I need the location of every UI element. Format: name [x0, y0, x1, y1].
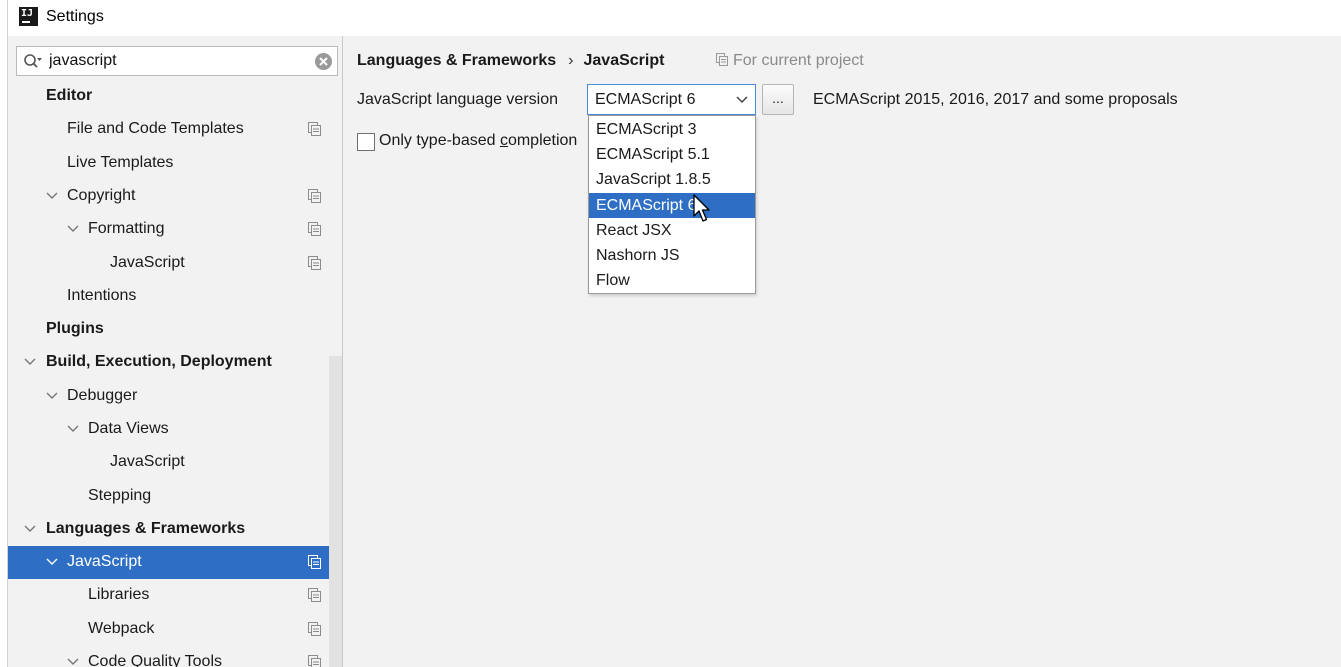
- project-copy-icon: [308, 222, 321, 236]
- sidebar-item-label: Debugger: [67, 387, 138, 404]
- project-copy-icon: [308, 122, 321, 136]
- sidebar-item[interactable]: Languages & Frameworks: [8, 513, 342, 546]
- project-copy-icon: [308, 588, 321, 602]
- sidebar-item-label: Intentions: [67, 287, 137, 304]
- settings-sidebar: Editor File and Code Templates Live Templa…: [8, 36, 343, 667]
- completion-label-mnemonic: c: [499, 132, 508, 149]
- sidebar-item[interactable]: Formatting: [8, 213, 342, 246]
- project-copy-icon: [308, 622, 321, 636]
- chevron-down-icon[interactable]: [46, 391, 58, 401]
- sidebar-item-label: JavaScript: [67, 553, 142, 570]
- sidebar-item-label: Live Templates: [67, 154, 174, 171]
- sidebar-item-label: JavaScript: [110, 254, 185, 271]
- settings-content: Languages & Frameworks › JavaScript For cu…: [344, 36, 1341, 667]
- sidebar-item-label: Formatting: [88, 220, 165, 237]
- chevron-down-icon[interactable]: [46, 191, 58, 201]
- title-bar: Settings: [8, 0, 1341, 36]
- sidebar-item[interactable]: JavaScript: [8, 247, 342, 280]
- chevron-down-icon[interactable]: [24, 524, 36, 534]
- dropdown-option[interactable]: Flow: [589, 268, 755, 293]
- intellij-logo-icon: [19, 7, 38, 26]
- clear-search-icon[interactable]: [314, 52, 333, 71]
- project-copy-icon: [308, 655, 321, 667]
- scope-note: For current project: [716, 52, 864, 70]
- language-version-label: JavaScript language version: [357, 91, 559, 108]
- chevron-down-icon[interactable]: [46, 557, 58, 567]
- dropdown-option[interactable]: ECMAScript 5.1: [589, 142, 755, 167]
- completion-label-before: Only type-based: [379, 132, 500, 149]
- language-version-dropdown[interactable]: ECMAScript 3 ECMAScript 5.1 JavaScript 1.8…: [588, 115, 756, 294]
- sidebar-item-label: JavaScript: [110, 453, 185, 470]
- sidebar-item-label: Build, Execution, Deployment: [46, 353, 272, 370]
- sidebar-item-label: Plugins: [46, 320, 104, 337]
- type-based-completion-label[interactable]: Only type-based completion: [379, 132, 577, 150]
- sidebar-item[interactable]: JavaScript: [8, 446, 342, 479]
- sidebar-item[interactable]: Editor: [8, 80, 342, 113]
- breadcrumb-current: JavaScript: [583, 52, 665, 69]
- sidebar-item-label: Webpack: [88, 620, 155, 637]
- sidebar-item-label: Data Views: [88, 420, 169, 437]
- sidebar-item[interactable]: Libraries: [8, 579, 342, 612]
- project-copy-icon: [716, 53, 728, 66]
- sidebar-item-label: Libraries: [88, 586, 150, 603]
- sidebar-item-label: Copyright: [67, 187, 136, 204]
- dropdown-option[interactable]: ECMAScript 6: [589, 193, 755, 218]
- type-based-completion-checkbox[interactable]: [357, 133, 375, 151]
- sidebar-item-label: Editor: [46, 87, 93, 104]
- scope-note-text: For current project: [733, 52, 864, 69]
- window-edge: [0, 0, 8, 667]
- sidebar-scrollbar[interactable]: [329, 356, 342, 667]
- sidebar-item[interactable]: Live Templates: [8, 147, 342, 180]
- sidebar-item[interactable]: Plugins: [8, 313, 342, 346]
- chevron-down-icon[interactable]: [735, 95, 749, 105]
- chevron-down-icon[interactable]: [67, 657, 79, 667]
- project-copy-icon: [308, 555, 321, 569]
- chevron-down-icon[interactable]: [67, 224, 79, 234]
- search-input[interactable]: [49, 50, 309, 72]
- sidebar-item[interactable]: Webpack: [8, 613, 342, 646]
- dropdown-option[interactable]: Nashorn JS: [589, 243, 755, 268]
- breadcrumb: Languages & Frameworks › JavaScript: [357, 52, 664, 70]
- sidebar-item[interactable]: JavaScript: [8, 546, 342, 579]
- sidebar-item-label: Languages & Frameworks: [46, 520, 246, 537]
- mouse-cursor-icon: [693, 194, 710, 222]
- language-version-value: ECMAScript 6: [595, 91, 696, 108]
- search-icon[interactable]: [23, 53, 43, 71]
- chevron-down-icon[interactable]: [24, 357, 36, 367]
- dropdown-option[interactable]: React JSX: [589, 218, 755, 243]
- dropdown-option[interactable]: ECMAScript 3: [589, 117, 755, 142]
- sidebar-item[interactable]: Debugger: [8, 380, 342, 413]
- sidebar-item-label: File and Code Templates: [67, 120, 244, 137]
- window-title: Settings: [46, 8, 104, 25]
- chevron-down-icon[interactable]: [67, 424, 79, 434]
- sidebar-item[interactable]: File and Code Templates: [8, 113, 342, 146]
- breadcrumb-separator: ›: [568, 52, 574, 69]
- sidebar-item-label: Code Quality Tools: [88, 653, 222, 667]
- project-copy-icon: [308, 256, 321, 270]
- sidebar-item-label: Stepping: [88, 487, 152, 504]
- language-version-select[interactable]: ECMAScript 6: [587, 84, 756, 115]
- breadcrumb-parent: Languages & Frameworks: [357, 52, 557, 69]
- sidebar-item[interactable]: Stepping: [8, 480, 342, 513]
- sidebar-item[interactable]: Build, Execution, Deployment: [8, 346, 342, 379]
- sidebar-item[interactable]: Data Views: [8, 413, 342, 446]
- language-version-description: ECMAScript 2015, 2016, 2017 and some pro…: [813, 91, 1178, 108]
- dropdown-option[interactable]: JavaScript 1.8.5: [589, 167, 755, 192]
- sidebar-item[interactable]: Copyright: [8, 180, 342, 213]
- completion-label-after: ompletion: [507, 132, 578, 149]
- sidebar-item[interactable]: Intentions: [8, 280, 342, 313]
- project-copy-icon: [308, 189, 321, 203]
- sidebar-item[interactable]: Code Quality Tools: [8, 646, 342, 667]
- language-more-button[interactable]: ...: [762, 84, 794, 115]
- settings-search-box[interactable]: [16, 46, 338, 76]
